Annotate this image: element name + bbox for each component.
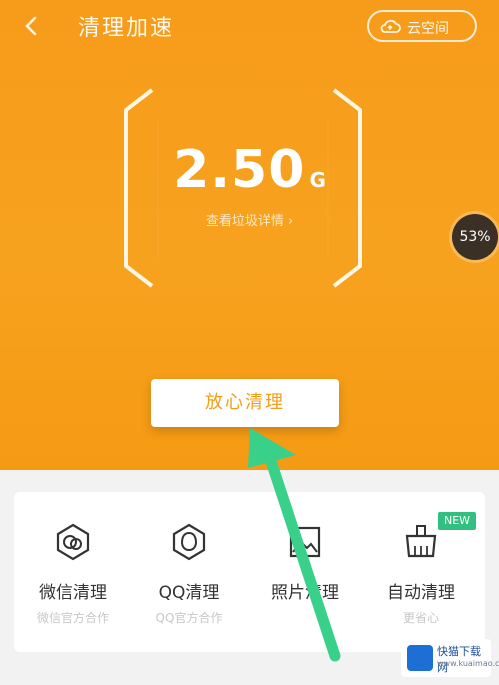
photo-icon [289,526,321,558]
watermark-sub: www.kuaimao.com [437,659,499,668]
junk-size-unit: G [309,168,326,192]
tool-name: 微信清理 [39,583,107,603]
watermark-logo [407,645,433,671]
new-badge: NEW [438,512,476,530]
cloud-icon [380,19,401,33]
memory-usage-badge[interactable]: 53% [452,214,498,260]
tool-qq-clean[interactable]: QQ清理 QQ官方合作 [130,522,248,626]
back-button[interactable] [18,12,46,40]
tool-photo-clean[interactable]: 照片清理 [246,522,364,609]
junk-size: 2.50 G [0,140,499,200]
junk-detail-link[interactable]: 查看垃圾详情 › [0,210,499,229]
tool-name: QQ清理 [158,583,220,603]
broom-icon [405,525,437,558]
watermark: 快猫下载网 www.kuaimao.com [401,639,499,677]
tool-wechat-clean[interactable]: 微信清理 微信官方合作 [14,522,132,626]
junk-size-value: 2.50 [173,140,306,200]
tool-desc: QQ官方合作 [155,611,223,625]
wechat-icon [56,523,90,561]
tool-name: 照片清理 [271,583,339,603]
qq-icon [172,523,206,561]
tool-desc: 微信官方合作 [36,611,109,625]
hero-banner: 清理加速 云空间 2.50 G 查看垃圾详情 › 53% 放心清理 [0,0,499,470]
top-bar: 清理加速 云空间 [0,0,499,58]
cloud-space-label: 云空间 [407,21,449,37]
tool-name: 自动清理 [387,583,455,603]
tools-panel: 微信清理 微信官方合作 QQ清理 QQ官方合作 照片清理 自动清理 更省心 NE… [14,492,485,652]
clean-button[interactable]: 放心清理 [151,379,339,427]
tool-auto-clean[interactable]: 自动清理 更省心 [362,522,480,626]
tool-desc: 更省心 [402,611,439,625]
page-title: 清理加速 [78,16,175,41]
cloud-space-button[interactable]: 云空间 [367,10,477,42]
chevron-left-icon [25,16,37,36]
